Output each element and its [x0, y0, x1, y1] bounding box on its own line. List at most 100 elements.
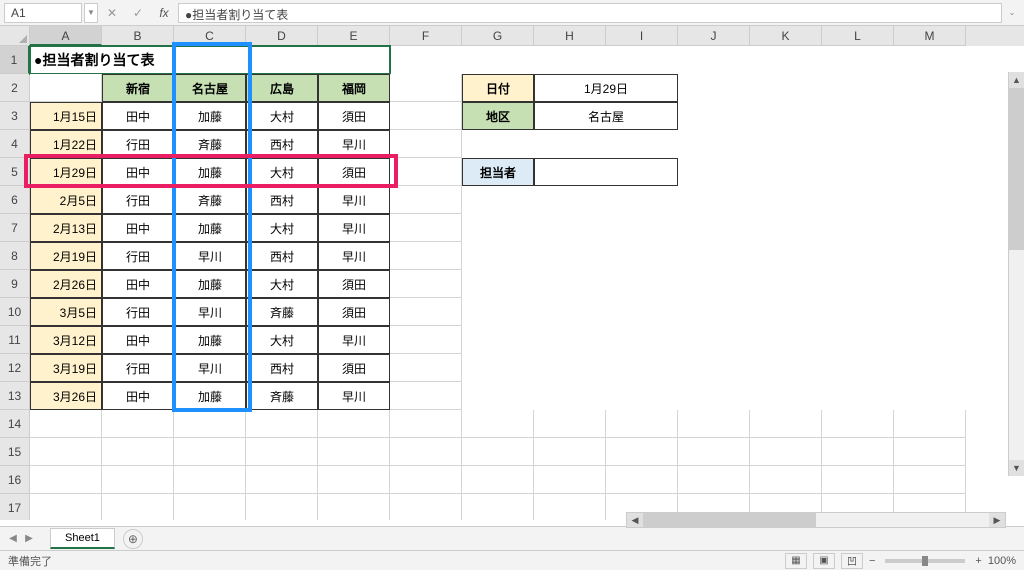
cell-M15[interactable]	[894, 438, 966, 466]
cancel-icon[interactable]: ✕	[100, 3, 124, 23]
cell-A7[interactable]: 2月13日	[30, 214, 102, 242]
cell-H14[interactable]	[534, 410, 606, 438]
cell-B5[interactable]: 田中	[102, 158, 174, 186]
cell-D12[interactable]: 西村	[246, 354, 318, 382]
row-header-14[interactable]: 14	[0, 410, 30, 438]
cell-F3[interactable]	[390, 102, 462, 130]
cell-C8[interactable]: 早川	[174, 242, 246, 270]
cell-D9[interactable]: 大村	[246, 270, 318, 298]
col-header-G[interactable]: G	[462, 26, 534, 46]
cell-J14[interactable]	[678, 410, 750, 438]
cell-D3[interactable]: 大村	[246, 102, 318, 130]
cells-area[interactable]: ●担当者割り当て表 新宿 名古屋 広島 福岡 日付 1月29日 1月15日田中加…	[30, 46, 966, 520]
cell-C14[interactable]	[174, 410, 246, 438]
row-header-2[interactable]: 2	[0, 74, 30, 102]
cell-E7[interactable]: 早川	[318, 214, 390, 242]
cell-A2[interactable]	[30, 74, 102, 102]
cell-D5[interactable]: 大村	[246, 158, 318, 186]
cell-E2[interactable]: 福岡	[318, 74, 390, 102]
cell-F8[interactable]	[390, 242, 462, 270]
col-header-H[interactable]: H	[534, 26, 606, 46]
cell-F17[interactable]	[390, 494, 462, 520]
cell-E9[interactable]: 須田	[318, 270, 390, 298]
hscroll-thumb[interactable]	[643, 513, 816, 527]
col-header-M[interactable]: M	[894, 26, 966, 46]
cell-B16[interactable]	[102, 466, 174, 494]
cell-B11[interactable]: 田中	[102, 326, 174, 354]
cell-F13[interactable]	[390, 382, 462, 410]
cell-H3[interactable]: 名古屋	[534, 102, 678, 130]
row-header-7[interactable]: 7	[0, 214, 30, 242]
cell-J16[interactable]	[678, 466, 750, 494]
cell-B12[interactable]: 行田	[102, 354, 174, 382]
name-box-dropdown[interactable]: ▼	[84, 3, 98, 23]
scroll-left-icon[interactable]: ◀	[627, 513, 643, 527]
row-header-17[interactable]: 17	[0, 494, 30, 520]
cell-E5[interactable]: 須田	[318, 158, 390, 186]
vertical-scrollbar[interactable]: ▲ ▼	[1008, 72, 1024, 476]
cell-B8[interactable]: 行田	[102, 242, 174, 270]
cell-E11[interactable]: 早川	[318, 326, 390, 354]
cell-E3[interactable]: 須田	[318, 102, 390, 130]
cell-A10[interactable]: 3月5日	[30, 298, 102, 326]
row-header-11[interactable]: 11	[0, 326, 30, 354]
expand-formula-icon[interactable]: ⌄	[1004, 3, 1020, 23]
cell-G5[interactable]: 担当者	[462, 158, 534, 186]
horizontal-scrollbar[interactable]: ◀ ▶	[626, 512, 1006, 528]
cell-A15[interactable]	[30, 438, 102, 466]
cell-C15[interactable]	[174, 438, 246, 466]
col-header-D[interactable]: D	[246, 26, 318, 46]
cell-G15[interactable]	[462, 438, 534, 466]
cell-H5[interactable]	[534, 158, 678, 186]
cell-K14[interactable]	[750, 410, 822, 438]
scroll-up-icon[interactable]: ▲	[1009, 72, 1024, 88]
cell-D13[interactable]: 斉藤	[246, 382, 318, 410]
cell-F15[interactable]	[390, 438, 462, 466]
row-header-9[interactable]: 9	[0, 270, 30, 298]
cell-D17[interactable]	[246, 494, 318, 520]
cell-G2[interactable]: 日付	[462, 74, 534, 102]
cell-E12[interactable]: 須田	[318, 354, 390, 382]
row-header-10[interactable]: 10	[0, 298, 30, 326]
cell-E13[interactable]: 早川	[318, 382, 390, 410]
cell-G16[interactable]	[462, 466, 534, 494]
sheet-tab-1[interactable]: Sheet1	[50, 528, 115, 549]
cell-C17[interactable]	[174, 494, 246, 520]
cell-L14[interactable]	[822, 410, 894, 438]
cell-E10[interactable]: 須田	[318, 298, 390, 326]
cell-F11[interactable]	[390, 326, 462, 354]
vscroll-thumb[interactable]	[1009, 88, 1024, 250]
cell-H2[interactable]: 1月29日	[534, 74, 678, 102]
cell-D14[interactable]	[246, 410, 318, 438]
cell-D8[interactable]: 西村	[246, 242, 318, 270]
cell-A5[interactable]: 1月29日	[30, 158, 102, 186]
zoom-in-button[interactable]: +	[975, 555, 981, 567]
cell-B4[interactable]: 行田	[102, 130, 174, 158]
cell-A3[interactable]: 1月15日	[30, 102, 102, 130]
row-header-13[interactable]: 13	[0, 382, 30, 410]
cell-A9[interactable]: 2月26日	[30, 270, 102, 298]
cell-B7[interactable]: 田中	[102, 214, 174, 242]
row-header-16[interactable]: 16	[0, 466, 30, 494]
cell-D11[interactable]: 大村	[246, 326, 318, 354]
col-header-C[interactable]: C	[174, 26, 246, 46]
cell-J15[interactable]	[678, 438, 750, 466]
cell-H17[interactable]	[534, 494, 606, 520]
col-header-F[interactable]: F	[390, 26, 462, 46]
view-normal-icon[interactable]: ▦	[785, 553, 807, 569]
cell-F2[interactable]	[390, 74, 462, 102]
cell-B6[interactable]: 行田	[102, 186, 174, 214]
cell-D16[interactable]	[246, 466, 318, 494]
cell-G14[interactable]	[462, 410, 534, 438]
col-header-A[interactable]: A	[30, 26, 102, 46]
confirm-icon[interactable]: ✓	[126, 3, 150, 23]
row-header-12[interactable]: 12	[0, 354, 30, 382]
cell-F5[interactable]	[390, 158, 462, 186]
add-sheet-button[interactable]: ⊕	[123, 529, 143, 549]
cell-C16[interactable]	[174, 466, 246, 494]
cell-B10[interactable]: 行田	[102, 298, 174, 326]
cell-A11[interactable]: 3月12日	[30, 326, 102, 354]
cell-A6[interactable]: 2月5日	[30, 186, 102, 214]
cell-C3[interactable]: 加藤	[174, 102, 246, 130]
cell-C5[interactable]: 加藤	[174, 158, 246, 186]
